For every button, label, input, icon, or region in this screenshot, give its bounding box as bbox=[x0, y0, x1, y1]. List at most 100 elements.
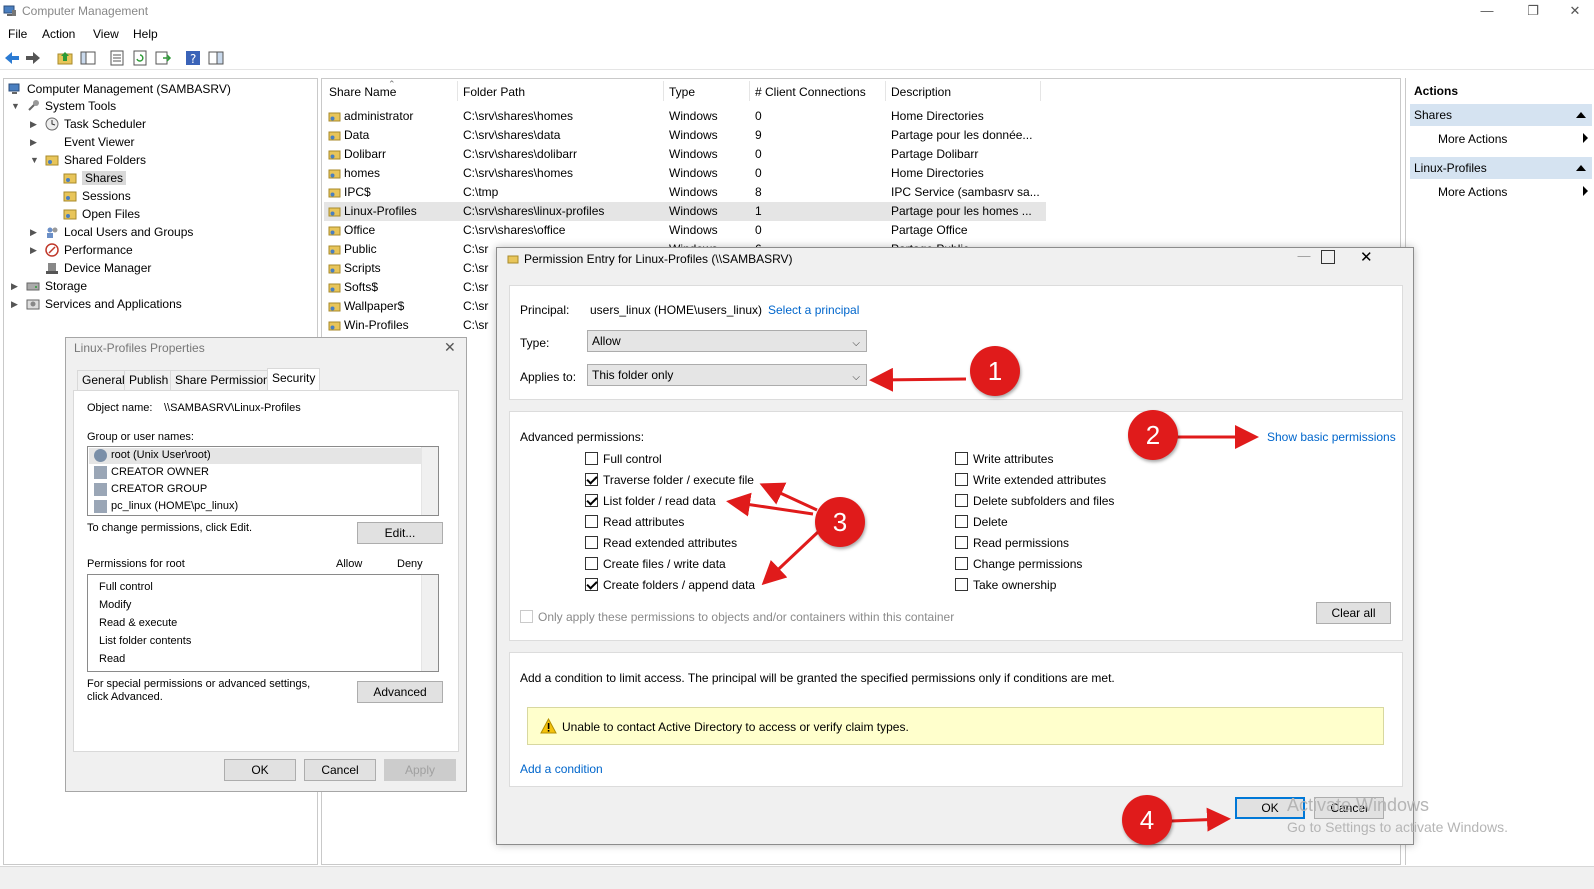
permission-checkbox[interactable]: Delete bbox=[955, 515, 1008, 531]
permission-checkbox[interactable]: Full control bbox=[585, 452, 662, 468]
close-icon[interactable]: ✕ bbox=[444, 339, 456, 356]
permission-checkbox[interactable]: Take ownership bbox=[955, 578, 1056, 594]
close-button[interactable]: ✕ bbox=[1552, 0, 1594, 24]
permission-list[interactable]: Full control Modify Read & execute List … bbox=[87, 574, 439, 672]
scrollbar[interactable] bbox=[421, 447, 438, 515]
column-header-type[interactable]: Type bbox=[669, 85, 695, 99]
collapse-icon[interactable] bbox=[1576, 112, 1586, 118]
select-principal-link[interactable]: Select a principal bbox=[768, 303, 859, 317]
edit-button[interactable]: Edit... bbox=[357, 522, 443, 544]
type-dropdown[interactable]: Allow ⌵ bbox=[587, 330, 867, 352]
column-divider[interactable] bbox=[749, 81, 750, 101]
permission-checkbox[interactable]: List folder / read data bbox=[585, 494, 716, 510]
table-row[interactable]: homes C:\srv\shares\homes Windows 0 Home Dir… bbox=[324, 164, 1046, 183]
column-divider[interactable] bbox=[885, 81, 886, 101]
column-header-client-connections[interactable]: # Client Connections bbox=[755, 85, 866, 99]
back-arrow-icon[interactable] bbox=[3, 50, 21, 66]
show-hide-tree-icon[interactable] bbox=[79, 49, 97, 67]
menu-view[interactable]: View bbox=[93, 27, 119, 41]
advanced-button[interactable]: Advanced bbox=[357, 681, 443, 703]
list-item[interactable]: root (Unix User\root) bbox=[89, 448, 421, 464]
column-divider[interactable] bbox=[663, 81, 664, 101]
chevron-down-icon[interactable]: ▼ bbox=[11, 101, 20, 111]
forward-arrow-icon[interactable] bbox=[24, 50, 42, 66]
clear-all-button[interactable]: Clear all bbox=[1316, 602, 1391, 624]
menu-action[interactable]: Action bbox=[42, 27, 75, 41]
permission-checkbox[interactable]: Change permissions bbox=[955, 557, 1082, 573]
minimize-button[interactable]: — bbox=[1284, 248, 1324, 270]
tree-item-task-scheduler[interactable]: Task Scheduler bbox=[45, 116, 146, 133]
tab-share-permissions[interactable]: Share Permissions bbox=[170, 370, 281, 390]
refresh-icon[interactable] bbox=[131, 49, 149, 67]
tree-item-storage[interactable]: Storage bbox=[26, 278, 87, 295]
up-folder-icon[interactable] bbox=[56, 49, 74, 67]
chevron-down-icon[interactable]: ▼ bbox=[30, 155, 39, 165]
list-item[interactable]: pc_linux (HOME\pc_linux) bbox=[89, 499, 421, 515]
list-item[interactable]: CREATOR GROUP bbox=[89, 482, 421, 498]
tree-item-shared-folders[interactable]: Shared Folders bbox=[45, 152, 146, 169]
collapse-icon[interactable] bbox=[1576, 165, 1586, 171]
help-icon[interactable]: ? bbox=[184, 49, 202, 67]
only-apply-checkbox[interactable]: Only apply these permissions to objects … bbox=[520, 610, 954, 626]
actions-section-linux-profiles[interactable]: Linux-Profiles bbox=[1410, 157, 1592, 179]
chevron-right-icon[interactable]: ▶ bbox=[11, 281, 18, 292]
chevron-right-icon[interactable]: ▶ bbox=[30, 137, 37, 148]
tree-item-local-users[interactable]: Local Users and Groups bbox=[45, 224, 193, 241]
table-row[interactable]: Dolibarr C:\srv\shares\dolibarr Windows 0 Pa… bbox=[324, 145, 1046, 164]
restore-button[interactable]: ❐ bbox=[1510, 0, 1556, 24]
tree-item-event-viewer[interactable]: Event Viewer bbox=[45, 134, 134, 151]
chevron-right-icon[interactable]: ▶ bbox=[30, 119, 37, 130]
menu-help[interactable]: Help bbox=[133, 27, 158, 41]
permission-checkbox[interactable]: Read attributes bbox=[585, 515, 684, 531]
cancel-button[interactable]: Cancel bbox=[304, 759, 376, 781]
tab-publish[interactable]: Publish bbox=[124, 370, 174, 390]
apply-button[interactable]: Apply bbox=[384, 759, 456, 781]
column-header-description[interactable]: Description bbox=[891, 85, 951, 99]
permission-checkbox[interactable]: Delete subfolders and files bbox=[955, 494, 1114, 510]
column-header-share-name[interactable]: Share Name bbox=[329, 85, 396, 99]
tree-item-shares[interactable]: Shares bbox=[63, 170, 127, 187]
table-row[interactable]: Data C:\srv\shares\data Windows 9 Partage po… bbox=[324, 126, 1046, 145]
chevron-right-icon[interactable]: ▶ bbox=[11, 299, 18, 310]
permission-checkbox[interactable]: Write attributes bbox=[955, 452, 1053, 468]
minimize-button[interactable]: — bbox=[1464, 0, 1510, 24]
add-condition-link[interactable]: Add a condition bbox=[520, 762, 603, 776]
user-list[interactable]: root (Unix User\root) CREATOR OWNER CREA… bbox=[87, 446, 439, 516]
table-row[interactable]: Linux-Profiles C:\srv\shares\linux-profil… bbox=[324, 202, 1046, 221]
export-list-icon[interactable] bbox=[154, 49, 172, 67]
permission-checkbox[interactable]: Read permissions bbox=[955, 536, 1069, 552]
table-row[interactable]: Office C:\srv\shares\office Windows 0 Partag… bbox=[324, 221, 1046, 240]
ok-button[interactable]: OK bbox=[224, 759, 296, 781]
show-basic-permissions-link[interactable]: Show basic permissions bbox=[1267, 430, 1396, 444]
tree-item-system-tools[interactable]: System Tools bbox=[26, 98, 116, 115]
applies-to-dropdown[interactable]: This folder only ⌵ bbox=[587, 364, 867, 386]
permission-checkbox[interactable]: Create folders / append data bbox=[585, 578, 755, 594]
column-divider[interactable] bbox=[457, 81, 458, 101]
column-header-folder-path[interactable]: Folder Path bbox=[463, 85, 525, 99]
close-icon[interactable]: ✕ bbox=[1360, 248, 1373, 266]
more-actions-shares[interactable]: More Actions bbox=[1438, 132, 1507, 146]
more-actions-linux-profiles[interactable]: More Actions bbox=[1438, 185, 1507, 199]
permission-checkbox[interactable]: Create files / write data bbox=[585, 557, 726, 573]
menu-file[interactable]: File bbox=[8, 27, 27, 41]
list-item[interactable]: CREATOR OWNER bbox=[89, 465, 421, 481]
chevron-right-icon[interactable]: ▶ bbox=[30, 227, 37, 238]
tree-item-computer-management[interactable]: Computer Management (SAMBASRV) bbox=[8, 81, 231, 98]
properties-icon[interactable] bbox=[108, 49, 126, 67]
tree-item-open-files[interactable]: Open Files bbox=[63, 206, 140, 223]
column-divider[interactable] bbox=[1040, 81, 1041, 101]
chevron-right-icon[interactable]: ▶ bbox=[30, 245, 37, 256]
table-row[interactable]: IPC$ C:\tmp Windows 8 IPC Service (sambasrv … bbox=[324, 183, 1046, 202]
permission-checkbox[interactable]: Traverse folder / execute file bbox=[585, 473, 754, 489]
permission-checkbox[interactable]: Read extended attributes bbox=[585, 536, 737, 552]
actions-section-shares[interactable]: Shares bbox=[1410, 104, 1592, 126]
tree-item-services[interactable]: Services and Applications bbox=[26, 296, 182, 313]
tree-item-device-manager[interactable]: Device Manager bbox=[45, 260, 151, 277]
table-row[interactable]: administrator C:\srv\shares\homes Windows 0… bbox=[324, 107, 1046, 126]
tab-security[interactable]: Security bbox=[267, 368, 321, 391]
permission-checkbox[interactable]: Write extended attributes bbox=[955, 473, 1106, 489]
show-hide-action-pane-icon[interactable] bbox=[207, 49, 225, 67]
tree-item-sessions[interactable]: Sessions bbox=[63, 188, 131, 205]
maximize-icon[interactable] bbox=[1321, 250, 1335, 264]
scrollbar[interactable] bbox=[421, 575, 438, 671]
